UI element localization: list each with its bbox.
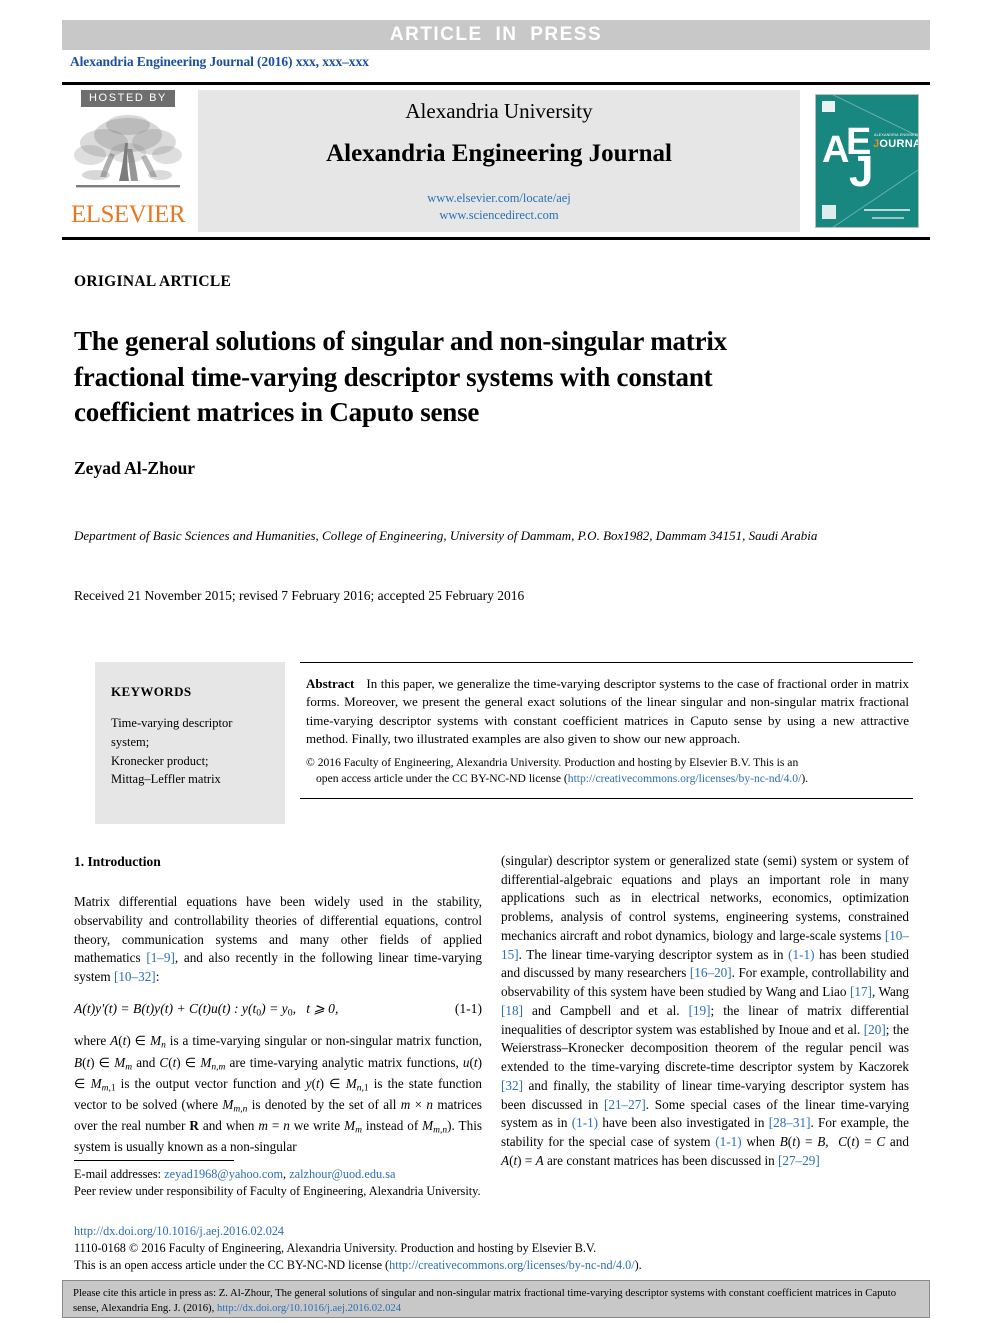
citation-16-20[interactable]: [16–20] [690, 965, 732, 980]
footer-cc-link[interactable]: http://creativecommons.org/licenses/by-n… [389, 1258, 635, 1272]
citation-request-box: Please cite this article in press as: Z.… [62, 1280, 930, 1318]
copyright-line-1: © 2016 Faculty of Engineering, Alexandri… [306, 755, 799, 769]
eqref-1-1-b[interactable]: (1-1) [572, 1115, 598, 1130]
footer-license-post: ). [634, 1257, 642, 1272]
email-link-1[interactable]: zeyad1968@yahoo.com [164, 1167, 283, 1181]
license-post-text: ). [801, 772, 809, 786]
cover-journal-word: JOURNAL [873, 138, 918, 150]
citation-27-29[interactable]: [27–29] [778, 1153, 820, 1168]
author-affiliation: Department of Basic Sciences and Humanit… [74, 528, 818, 543]
body-column-left: 1. Introduction Matrix differential equa… [74, 852, 482, 1157]
right-text-1: (singular) descriptor system or generali… [501, 853, 909, 943]
journal-reference-line: Alexandria Engineering Journal (2016) xx… [70, 54, 369, 69]
cite-doi-link[interactable]: http://dx.doi.org/10.1016/j.aej.2016.02.… [217, 1302, 401, 1314]
footer-license-line: This is an open access article under the… [74, 1257, 774, 1274]
keywords-heading: KEYWORDS [111, 684, 192, 699]
email-link-2[interactable]: zalzhour@uod.edu.sa [289, 1167, 395, 1181]
abstract-text: Abstract In this paper, we generalize the… [300, 675, 913, 749]
copyright-line-2: open access article under the CC BY-NC-N… [306, 771, 909, 787]
right-text-2: . The linear time-varying descriptor sys… [518, 946, 789, 962]
citation-17[interactable]: [17] [850, 984, 872, 999]
right-text-11: have been also investigated in [598, 1115, 769, 1131]
footnote-block: E-mail addresses: zeyad1968@yahoo.com, z… [74, 1166, 486, 1200]
journal-name: Alexandria Engineering Journal [326, 139, 672, 167]
footnote-divider [74, 1160, 234, 1161]
doi-link[interactable]: http://dx.doi.org/10.1016/j.aej.2016.02.… [74, 1223, 774, 1240]
citation-1-9[interactable]: [1–9] [146, 950, 175, 965]
abstract-label: Abstract [306, 676, 355, 691]
cover-small-title: ALEXANDRIA ENGINEERING [874, 133, 918, 137]
right-text-6: and Campbell and et al. [522, 1002, 689, 1018]
cc-license-link[interactable]: http://creativecommons.org/licenses/by-n… [568, 772, 802, 785]
cover-footer-rule-2 [872, 217, 904, 219]
citation-18[interactable]: [18] [501, 1003, 523, 1018]
hosted-by-badge: HOSTED BY [81, 90, 175, 107]
cover-letter-j: J [849, 147, 874, 196]
citation-28-31[interactable]: [28–31] [769, 1115, 811, 1130]
journal-urls: www.elsevier.com/locate/aej www.scienced… [427, 190, 571, 224]
cite-text: Please cite this article in press as: Z.… [73, 1287, 897, 1315]
cover-journal-ournal: OURNAL [879, 138, 918, 150]
body-column-right: (singular) descriptor system or generali… [501, 852, 909, 1170]
equation-body: A(t)y′(t) = B(t)y(t) + C(t)u(t) : y(t0) … [74, 1000, 339, 1019]
article-in-press-banner: ARTICLE IN PRESS [62, 20, 930, 50]
equation-1-1: A(t)y′(t) = B(t)y(t) + C(t)u(t) : y(t0) … [74, 999, 482, 1021]
received-dates: Received 21 November 2015; revised 7 Feb… [74, 588, 525, 603]
issn-copyright-line: 1110-0168 © 2016 Faculty of Engineering,… [74, 1240, 597, 1255]
footer-license-pre: This is an open access article under the… [74, 1257, 390, 1272]
cover-emblem-icon [822, 101, 835, 112]
paragraph-right: (singular) descriptor system or generali… [501, 853, 910, 1168]
university-name: Alexandria University [405, 98, 593, 123]
abstract-body: In this paper, we generalize the time-va… [306, 676, 909, 747]
elsevier-tree-icon [70, 109, 186, 201]
license-pre-text: open access article under the CC BY-NC-N… [316, 772, 568, 786]
intro-text-c: : [155, 969, 160, 985]
url-sciencedirect[interactable]: www.sciencedirect.com [439, 208, 558, 222]
keywords-list: Time-varying descriptor system; Kronecker … [111, 716, 233, 787]
citation-10-32[interactable]: [10–32] [114, 969, 156, 984]
section-heading-introduction: 1. Introduction [74, 854, 161, 869]
peer-review-note: Peer review under responsibility of Facu… [74, 1183, 481, 1198]
cover-footer-rule [864, 209, 910, 211]
equation-number: (1-1) [454, 1000, 482, 1016]
email-label: E-mail addresses: [74, 1167, 162, 1181]
citation-19[interactable]: [19] [689, 1003, 711, 1018]
elsevier-wordmark: ELSEVIER [70, 201, 186, 228]
journal-title-block: Alexandria University Alexandria Enginee… [198, 90, 800, 232]
eqref-1-1-c[interactable]: (1-1) [715, 1134, 741, 1149]
eqref-1-1-a[interactable]: (1-1) [788, 947, 814, 962]
paragraph-where: where A(t) ∈ Mn is a time-varying singul… [74, 1033, 483, 1155]
keywords-box: KEYWORDS Time-varying descriptor system; K… [95, 662, 285, 824]
citation-32[interactable]: [32] [501, 1078, 523, 1093]
url-locate-aej[interactable]: www.elsevier.com/locate/aej [427, 191, 571, 205]
paragraph-intro: Matrix differential equations have been … [74, 893, 482, 987]
publisher-logo-block: HOSTED BY ELSEVIER [62, 85, 194, 237]
journal-cover-block: A E J ALEXANDRIA ENGINEERING JOURNAL [804, 85, 930, 237]
journal-cover-thumbnail: A E J ALEXANDRIA ENGINEERING JOURNAL [815, 94, 919, 228]
right-text-5: , Wang [871, 984, 909, 1000]
abstract-box: Abstract In this paper, we generalize the… [300, 662, 913, 799]
cover-elsevier-icon [822, 205, 836, 219]
article-in-press-label: ARTICLE IN PRESS [389, 24, 603, 45]
citation-20[interactable]: [20] [864, 1022, 886, 1037]
page-title: The general solutions of singular and no… [74, 326, 727, 428]
right-text-13: are constant matrices has been discussed… [543, 1152, 779, 1168]
author-name: Zeyad Al-Zhour [74, 458, 196, 478]
journal-masthead: HOSTED BY ELSEVIER Alexandria University… [62, 82, 930, 240]
page-footer: http://dx.doi.org/10.1016/j.aej.2016.02.… [74, 1223, 774, 1273]
paper-page: ARTICLE IN PRESS Alexandria Engineering … [0, 0, 992, 1323]
article-type-label: ORIGINAL ARTICLE [74, 273, 232, 290]
abstract-copyright: © 2016 Faculty of Engineering, Alexandri… [300, 749, 913, 788]
citation-21-27[interactable]: [21–27] [604, 1097, 646, 1112]
